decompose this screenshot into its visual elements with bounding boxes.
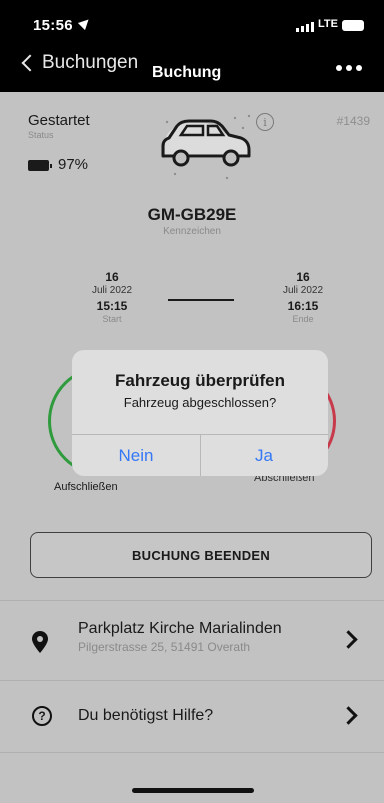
network-type: LTE — [318, 18, 338, 30]
booking-number: #1439 — [336, 114, 370, 128]
start-time: 15:15 — [96, 299, 128, 313]
alert-dialog: Fahrzeug überprüfen Fahrzeug abgeschloss… — [72, 350, 328, 476]
status-bar: 15:56 LTE — [0, 0, 384, 50]
end-booking-button[interactable]: BUCHUNG BEENDEN — [30, 532, 372, 578]
start-month: Juli 2022 — [91, 285, 133, 296]
page-title: Buchung — [152, 64, 222, 81]
booking-end: 16 Juli 2022 16:15 Ende — [268, 270, 338, 324]
more-options-button[interactable] — [336, 65, 362, 71]
end-day: 16 — [296, 270, 310, 284]
car-icon — [161, 114, 251, 180]
dialog-confirm-button[interactable]: Ja — [200, 435, 328, 476]
help-label: Du benötigst Hilfe? — [78, 707, 214, 724]
end-caption: Ende — [292, 314, 314, 324]
end-time: 16:15 — [287, 299, 319, 313]
start-day: 16 — [105, 270, 119, 284]
status-time: 15:56 — [33, 17, 73, 34]
dialog-message: Fahrzeug abgeschlossen? — [123, 395, 277, 410]
map-pin-icon — [32, 631, 48, 653]
license-plate-caption: Kennzeichen — [163, 226, 221, 237]
chevron-right-icon — [339, 630, 358, 649]
back-label: Buchungen — [42, 52, 139, 73]
booking-status-caption: Status — [28, 130, 54, 140]
help-icon: ? — [32, 706, 52, 726]
booking-start: 16 Juli 2022 15:15 Start — [77, 270, 147, 324]
chevron-right-icon — [339, 706, 358, 725]
home-indicator[interactable] — [132, 788, 254, 793]
battery-level: 97% — [58, 156, 89, 173]
location-name: Parkplatz Kirche Marialinden — [78, 620, 282, 637]
signal-icon — [296, 22, 314, 32]
unlock-label: Aufschließen — [54, 481, 118, 493]
location-address: Pilgerstrasse 25, 51491 Overath — [78, 640, 251, 654]
chevron-left-icon — [21, 54, 39, 72]
divider — [0, 752, 384, 753]
navigation-bar: Buchungen Buchung — [0, 50, 384, 92]
dialog-cancel-button[interactable]: Nein — [72, 435, 200, 476]
date-range-divider — [168, 299, 234, 301]
license-plate: GM-GB29E — [147, 205, 237, 224]
info-icon[interactable]: i — [256, 113, 274, 131]
battery-icon — [28, 160, 52, 171]
end-month: Juli 2022 — [282, 285, 324, 296]
start-caption: Start — [102, 314, 122, 324]
location-arrow-icon — [77, 15, 93, 31]
status-battery-icon — [342, 20, 364, 31]
booking-status: Gestartet — [28, 112, 90, 129]
dialog-title: Fahrzeug überprüfen — [114, 371, 285, 390]
back-button[interactable]: Buchungen — [20, 52, 138, 74]
